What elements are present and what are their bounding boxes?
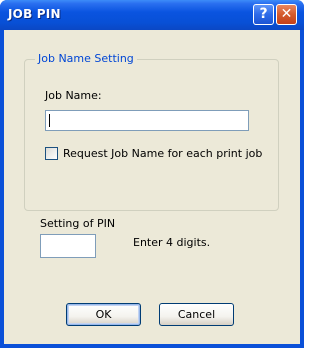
close-button[interactable]: ✕ [276, 4, 297, 25]
window-title: JOB PIN [8, 7, 61, 21]
cancel-button[interactable]: Cancel [159, 303, 234, 326]
help-icon: ? [259, 6, 268, 22]
job-name-label: Job Name: [45, 89, 102, 102]
pin-label: Setting of PIN [40, 217, 116, 230]
job-name-setting-group: Job Name Setting Job Name: Request Job N… [24, 52, 279, 211]
title-bar[interactable]: JOB PIN ? ✕ [0, 0, 304, 30]
dialog-body: Job Name Setting Job Name: Request Job N… [4, 30, 300, 344]
help-button[interactable]: ? [253, 4, 274, 25]
pin-hint: Enter 4 digits. [133, 236, 211, 249]
ok-button[interactable]: OK [66, 303, 141, 326]
close-icon: ✕ [280, 6, 293, 22]
request-job-name-checkbox[interactable] [45, 147, 58, 160]
text-caret [49, 114, 50, 127]
job-name-input[interactable] [45, 110, 249, 131]
request-job-name-label[interactable]: Request Job Name for each print job [63, 147, 273, 161]
job-pin-dialog: JOB PIN ? ✕ Job Name Setting Job Name: R… [0, 0, 304, 348]
pin-input[interactable] [40, 234, 96, 258]
group-legend: Job Name Setting [35, 52, 137, 66]
